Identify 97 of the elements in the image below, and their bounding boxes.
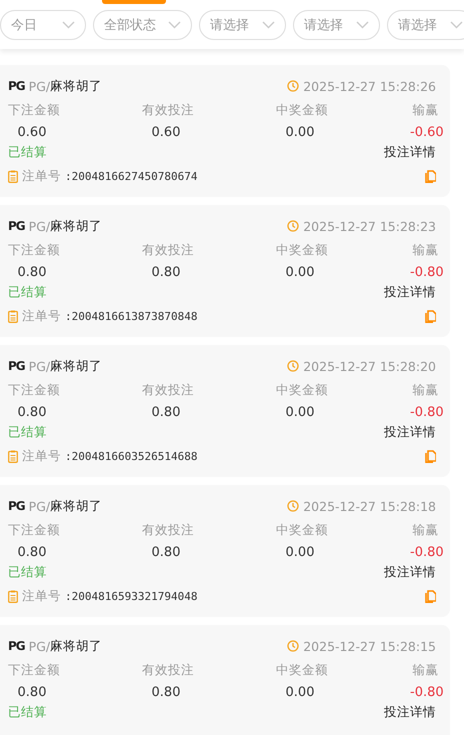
settlement-status: 已结算 <box>8 423 47 441</box>
clock-icon <box>287 500 300 512</box>
bet-details-link[interactable]: 投注详情 <box>384 563 436 581</box>
copy-icon[interactable] <box>425 590 436 602</box>
copy-icon[interactable] <box>425 450 436 462</box>
game-name: 麻将胡了 <box>50 638 102 654</box>
clipboard-icon <box>8 450 18 462</box>
bet-amount: 0.80 <box>16 544 48 562</box>
column-label: 下注金额 <box>8 381 60 399</box>
win-loss: -0.60 <box>410 124 444 142</box>
win-amount: 0.00 <box>284 264 316 282</box>
win-loss: -0.80 <box>410 544 444 562</box>
win-loss: -0.80 <box>410 264 444 282</box>
order-number-label: 注单号 <box>22 308 61 324</box>
column-label: 中奖金额 <box>276 521 328 539</box>
provider-name: PG/ <box>28 498 50 514</box>
clock-icon <box>287 220 300 232</box>
column-label: 有效投注 <box>142 241 194 259</box>
order-number: :2004816603526514688 <box>65 450 198 462</box>
win-amount: 0.00 <box>284 684 316 702</box>
win-amount: 0.00 <box>284 404 316 422</box>
win-loss: -0.80 <box>410 404 444 422</box>
active-tab-indicator <box>102 0 166 4</box>
column-label: 中奖金额 <box>276 381 328 399</box>
clipboard-icon <box>8 590 18 602</box>
bet-amount: 0.80 <box>16 684 48 702</box>
clipboard-icon <box>8 310 18 322</box>
game-name: 麻将胡了 <box>50 78 102 94</box>
bet-time: 2025-12-27 15:28:23 <box>303 218 436 234</box>
win-amount: 0.00 <box>284 544 316 562</box>
settlement-status: 已结算 <box>8 143 47 161</box>
settlement-status: 已结算 <box>8 703 47 721</box>
settlement-status: 已结算 <box>8 563 47 581</box>
copy-icon[interactable] <box>425 310 436 322</box>
bet-time: 2025-12-27 15:28:15 <box>303 638 436 654</box>
column-label: 有效投注 <box>142 101 194 119</box>
win-amount: 0.00 <box>284 124 316 142</box>
order-number: :2004816627450780674 <box>65 170 198 182</box>
bet-amount: 0.60 <box>16 124 48 142</box>
provider-logo: PG <box>8 359 25 373</box>
copy-icon[interactable] <box>425 170 436 182</box>
provider-name: PG/ <box>28 638 50 654</box>
provider-name: PG/ <box>28 358 50 374</box>
valid-bet: 0.80 <box>150 684 182 702</box>
provider-name: PG/ <box>28 218 50 234</box>
chevron-down-icon <box>356 21 369 29</box>
chevron-down-icon <box>262 21 275 29</box>
bet-amount: 0.80 <box>16 404 48 422</box>
order-number: :2004816593321794048 <box>65 590 198 602</box>
column-label: 中奖金额 <box>276 101 328 119</box>
chevron-down-icon <box>450 21 463 29</box>
bet-time: 2025-12-27 15:28:18 <box>303 498 436 514</box>
bet-details-link[interactable]: 投注详情 <box>384 283 436 301</box>
win-loss: -0.80 <box>410 684 444 702</box>
order-number-label: 注单号 <box>22 448 61 464</box>
settlement-status: 已结算 <box>8 283 47 301</box>
bet-time: 2025-12-27 15:28:26 <box>303 78 436 94</box>
valid-bet: 0.80 <box>150 264 182 282</box>
provider-logo: PG <box>8 79 25 93</box>
column-label: 下注金额 <box>8 101 60 119</box>
provider-logo: PG <box>8 639 25 653</box>
column-label: 输赢 <box>412 661 439 679</box>
column-label: 输赢 <box>412 241 439 259</box>
provider-logo: PG <box>8 219 25 233</box>
order-number-label: 注单号 <box>22 588 61 604</box>
column-label: 输赢 <box>412 101 439 119</box>
column-label: 输赢 <box>412 381 439 399</box>
clock-icon <box>287 80 300 92</box>
clock-icon <box>287 640 300 652</box>
bet-details-link[interactable]: 投注详情 <box>384 423 436 441</box>
bet-amount: 0.80 <box>16 264 48 282</box>
clipboard-icon <box>8 170 18 182</box>
column-label: 有效投注 <box>142 661 194 679</box>
column-label: 中奖金额 <box>276 241 328 259</box>
order-number-label: 注单号 <box>22 168 61 184</box>
column-label: 有效投注 <box>142 381 194 399</box>
clock-icon <box>287 360 300 372</box>
game-name: 麻将胡了 <box>50 498 102 514</box>
column-label: 下注金额 <box>8 521 60 539</box>
column-label: 输赢 <box>412 521 439 539</box>
bet-details-link[interactable]: 投注详情 <box>384 703 436 721</box>
column-label: 有效投注 <box>142 521 194 539</box>
chevron-down-icon <box>62 21 75 29</box>
valid-bet: 0.80 <box>150 544 182 562</box>
column-label: 下注金额 <box>8 661 60 679</box>
valid-bet: 0.60 <box>150 124 182 142</box>
provider-name: PG/ <box>28 78 50 94</box>
chevron-down-icon <box>168 21 181 29</box>
valid-bet: 0.80 <box>150 404 182 422</box>
game-name: 麻将胡了 <box>50 218 102 234</box>
game-name: 麻将胡了 <box>50 358 102 374</box>
bet-time: 2025-12-27 15:28:20 <box>303 358 436 374</box>
column-label: 中奖金额 <box>276 661 328 679</box>
order-number: :2004816613873870848 <box>65 310 198 322</box>
column-label: 下注金额 <box>8 241 60 259</box>
bet-details-link[interactable]: 投注详情 <box>384 143 436 161</box>
provider-logo: PG <box>8 499 25 513</box>
